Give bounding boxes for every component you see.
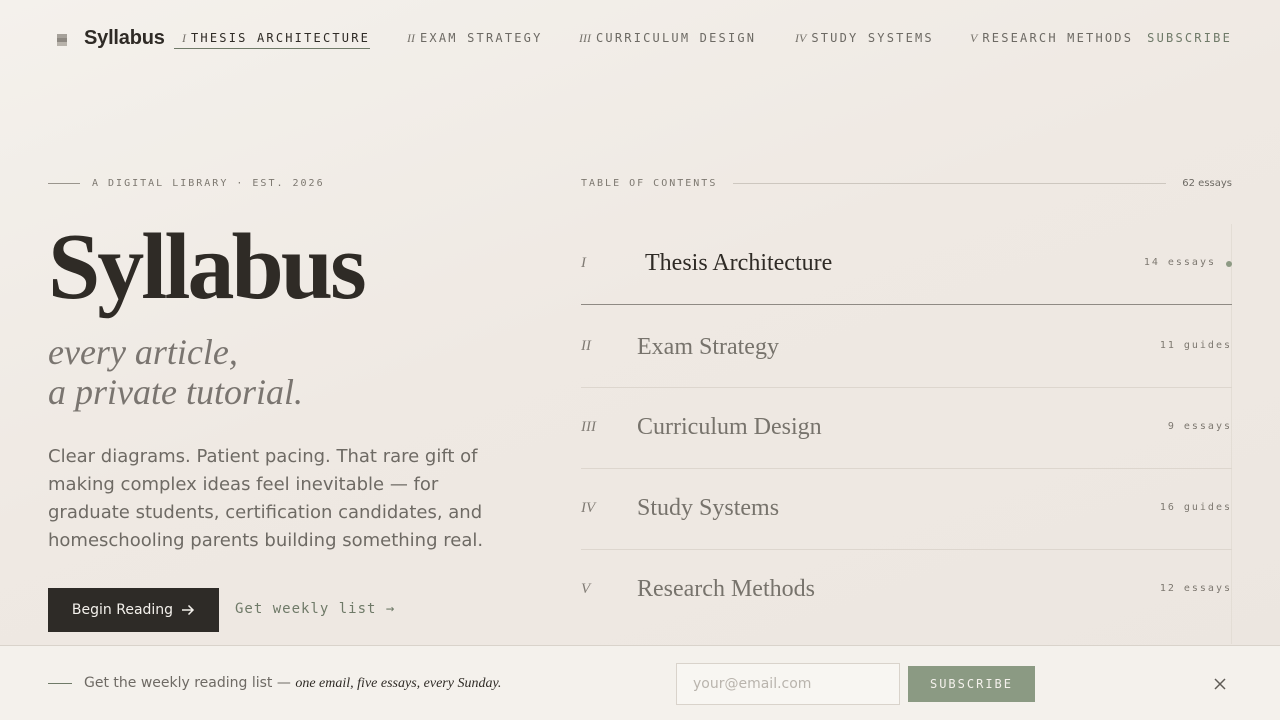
toc-row-title: Thesis Architecture — [645, 250, 833, 276]
toc-row-meta: 14 essays — [1143, 257, 1216, 268]
toc-row-title: Study Systems — [637, 495, 780, 521]
nav-item-thesis-architecture[interactable]: I THESIS ARCHITECTURE — [173, 31, 371, 51]
arrow-right-icon — [182, 604, 195, 616]
get-weekly-list-link[interactable]: Get weekly list → — [235, 601, 395, 617]
toc-header-rule — [733, 182, 1167, 184]
tagline-line-2: a private tutorial. — [48, 372, 303, 412]
nav-item-label: EXAM STRATEGY — [420, 31, 543, 45]
close-icon[interactable] — [1213, 677, 1227, 691]
email-input[interactable] — [676, 663, 900, 705]
nav-item-number: III — [579, 31, 591, 45]
nav-item-label: STUDY SYSTEMS — [811, 31, 934, 45]
nav-item-number: II — [407, 31, 415, 45]
nav-item-exam-strategy[interactable]: II EXAM STRATEGY — [407, 31, 543, 51]
dot-indicator-icon — [1226, 261, 1232, 267]
hero-eyebrow: A DIGITAL LIBRARY · EST. 2026 — [48, 176, 325, 190]
toc-row-number: IV — [581, 500, 596, 516]
nav-item-label: THESIS ARCHITECTURE — [191, 31, 371, 45]
newsletter-emphasis: one email, five essays, every Sunday. — [295, 676, 502, 691]
newsletter-rule — [48, 683, 72, 684]
nav-item-number: IV — [795, 31, 807, 45]
hero-title: Syllabus — [48, 215, 367, 319]
eyebrow-text: A DIGITAL LIBRARY · EST. 2026 — [92, 177, 325, 189]
toc-row-number: II — [581, 338, 591, 354]
subscribe-button[interactable]: SUBSCRIBE — [908, 666, 1035, 702]
toc-row-meta: 12 essays — [1159, 583, 1232, 594]
newsletter-bar: Get the weekly reading list — one email,… — [0, 645, 1280, 720]
book-stack-icon — [57, 34, 67, 46]
toc-label: TABLE OF CONTENTS — [581, 177, 718, 189]
nav-item-number: V — [970, 31, 978, 45]
nav-subscribe-link[interactable]: SUBSCRIBE — [1147, 31, 1232, 45]
toc-row-meta: 11 guides — [1159, 340, 1232, 351]
hero-tagline: every article, a private tutorial. — [48, 332, 303, 412]
toc-row-number: III — [581, 419, 596, 435]
toc-row-title: Curriculum Design — [637, 414, 822, 440]
toc-row-study-systems[interactable]: IV Study Systems 16 guides — [581, 469, 1232, 550]
nav-item-number: I — [182, 31, 186, 45]
toc-row-title: Research Methods — [637, 576, 815, 602]
nav-item-research-methods[interactable]: V RESEARCH METHODS — [970, 31, 1133, 51]
hero-description: Clear diagrams. Patient pacing. That rar… — [48, 446, 484, 551]
eyebrow-rule — [48, 182, 80, 184]
nav-item-label: CURRICULUM DESIGN — [596, 31, 757, 45]
newsletter-lead: Get the weekly reading list — — [84, 675, 291, 691]
toc-row-thesis-architecture[interactable]: I Thesis Architecture 14 essays — [581, 224, 1232, 305]
nav-item-label: RESEARCH METHODS — [982, 31, 1134, 45]
toc-row-meta: 9 essays — [1167, 421, 1232, 432]
toc-row-exam-strategy[interactable]: II Exam Strategy 11 guides — [581, 305, 1232, 388]
toc-row-curriculum-design[interactable]: III Curriculum Design 9 essays — [581, 388, 1232, 469]
tagline-line-1: every article, — [48, 332, 238, 372]
toc-header: TABLE OF CONTENTS 62 essays — [581, 176, 1232, 190]
toc-row-title: Exam Strategy — [637, 334, 779, 360]
nav-item-curriculum-design[interactable]: III CURRICULUM DESIGN — [579, 31, 756, 51]
toc-row-number: V — [581, 581, 591, 597]
logo-text[interactable]: Syllabus — [84, 27, 165, 50]
begin-reading-label: Begin Reading — [71, 602, 174, 618]
begin-reading-button[interactable]: Begin Reading — [48, 588, 219, 632]
toc-essay-count: 62 essays — [1182, 177, 1232, 189]
top-nav: Syllabus I THESIS ARCHITECTURE II EXAM STR… — [0, 0, 1280, 80]
toc-row-meta: 16 guides — [1159, 502, 1232, 513]
nav-item-study-systems[interactable]: IV STUDY SYSTEMS — [795, 31, 934, 51]
toc-row-research-methods[interactable]: V Research Methods 12 essays — [581, 550, 1232, 630]
newsletter-text: Get the weekly reading list — one email,… — [84, 675, 501, 692]
toc-row-number: I — [581, 255, 586, 271]
